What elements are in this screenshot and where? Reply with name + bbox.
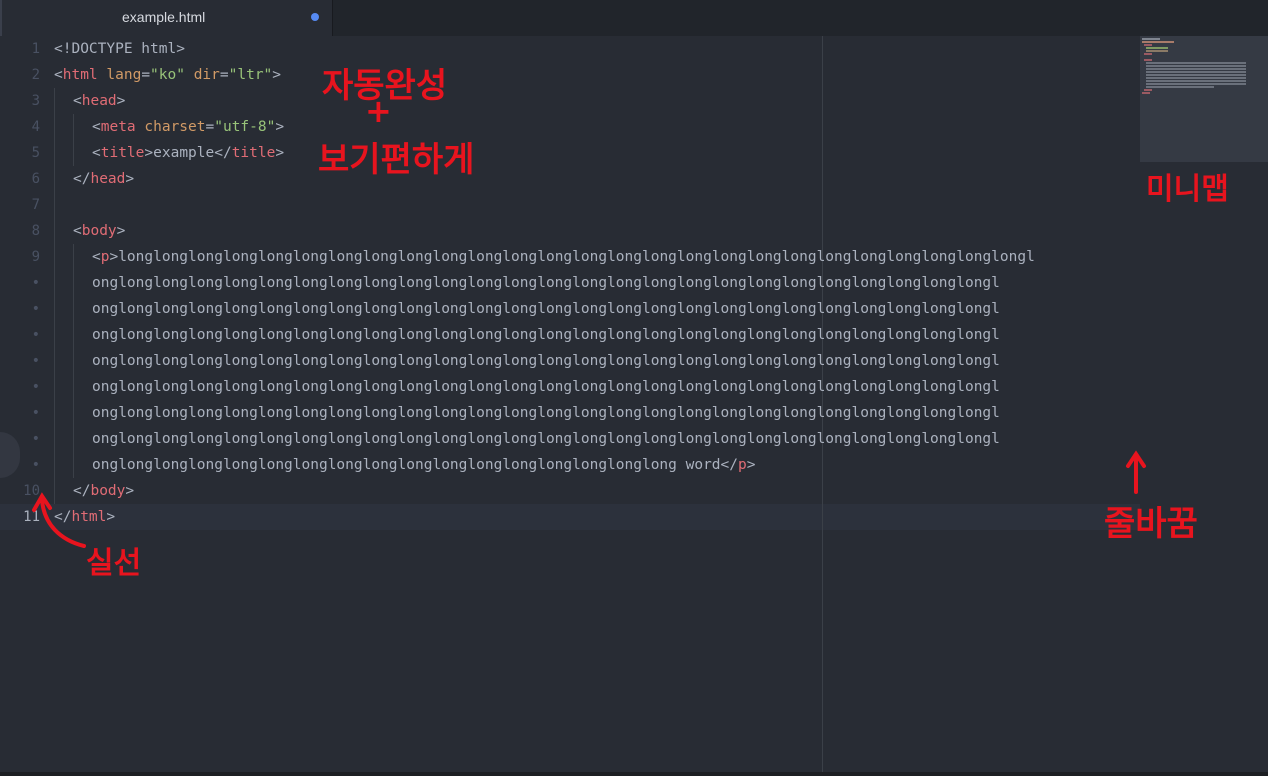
code-editor[interactable]: 1 2 3 4 5 6 7 8 9 • • • • • • • • 10 11 <!DOCTYPE html> <h…	[0, 36, 1268, 772]
minimap-line	[1146, 86, 1214, 88]
wrap-marker: •	[31, 301, 40, 317]
line-number: 9	[31, 249, 40, 265]
line-number: 3	[31, 93, 40, 109]
minimap-line	[1146, 50, 1168, 52]
minimap-line	[1146, 83, 1246, 85]
minimap-line	[1144, 89, 1152, 91]
line-number: 1	[31, 41, 40, 57]
line-number: 11	[23, 509, 40, 525]
minimap-line	[1146, 74, 1246, 76]
line-number: 5	[31, 145, 40, 161]
line-number: 10	[23, 483, 40, 499]
minimap-line	[1144, 53, 1152, 55]
annotation-minimap: 미니맵	[1146, 172, 1229, 207]
code-line-4: <meta charset="utf-8">	[92, 119, 285, 135]
code-line-9-wrap: onglonglonglonglonglonglonglonglonglongl…	[92, 327, 1000, 343]
minimap-line	[1146, 77, 1246, 79]
indent-guide	[73, 244, 74, 478]
code-line-1: <!DOCTYPE html>	[54, 41, 185, 57]
annotation-word-wrap: 줄바꿈	[1104, 504, 1198, 544]
annotation-plus: +	[365, 92, 392, 130]
line-number: 4	[31, 119, 40, 135]
modified-indicator-icon[interactable]	[311, 13, 319, 21]
line-number: 2	[31, 67, 40, 83]
tab-bar: example.html	[0, 0, 1268, 37]
wrap-marker: •	[31, 327, 40, 343]
code-line-9-wrap-last: onglonglonglonglonglonglonglonglonglongl…	[92, 457, 756, 473]
wrap-marker: •	[31, 353, 40, 369]
minimap-line	[1146, 68, 1246, 70]
wrap-marker: •	[31, 379, 40, 395]
line-number: 6	[31, 171, 40, 187]
minimap-line	[1142, 38, 1160, 40]
indent-guide	[73, 114, 74, 166]
minimap-line	[1142, 92, 1150, 94]
code-line-2: <html lang="ko" dir="ltr">	[54, 67, 282, 83]
minimap-line	[1146, 62, 1246, 64]
code-line-9-wrap: onglonglonglonglonglonglonglonglonglongl…	[92, 353, 1000, 369]
code-line-6: </head>	[73, 171, 135, 187]
code-line-9-wrap: onglonglonglonglonglonglonglonglonglongl…	[92, 405, 1000, 421]
code-line-10: </body>	[73, 483, 135, 499]
code-line-11: </html>	[54, 509, 116, 525]
minimap-line	[1142, 41, 1174, 43]
annotation-readable: 보기편하게	[318, 140, 475, 180]
code-line-8: <body>	[73, 223, 126, 239]
tab-title: example.html	[122, 9, 206, 25]
status-bar	[0, 772, 1268, 776]
cursor-line-highlight	[0, 504, 1140, 530]
code-line-9-wrap: onglonglonglonglonglonglonglonglonglongl…	[92, 301, 1000, 317]
minimap-line	[1144, 44, 1152, 46]
minimap-line	[1146, 65, 1246, 67]
minimap-line	[1146, 80, 1246, 82]
minimap-line	[1146, 71, 1246, 73]
tab-example-html[interactable]: example.html	[0, 0, 333, 36]
line-number: 7	[31, 197, 40, 213]
indent-guide	[54, 88, 55, 504]
line-number: 8	[31, 223, 40, 239]
minimap[interactable]	[1140, 36, 1268, 162]
code-line-5: <title>example</title>	[92, 145, 285, 161]
wrap-marker: •	[31, 275, 40, 291]
minimap-line	[1144, 59, 1152, 61]
wrap-marker: •	[31, 405, 40, 421]
code-line-9-wrap: onglonglonglonglonglonglonglonglonglongl…	[92, 379, 1000, 395]
annotation-guide-line: 실선	[86, 546, 142, 581]
code-line-9: <p>longlonglonglonglonglonglonglonglongl…	[92, 249, 1035, 265]
code-line-3: <head>	[73, 93, 126, 109]
code-line-9-wrap: onglonglonglonglonglonglonglonglonglongl…	[92, 431, 1000, 447]
code-line-9-wrap: onglonglonglonglonglonglonglonglonglongl…	[92, 275, 1000, 291]
minimap-line	[1146, 47, 1168, 49]
